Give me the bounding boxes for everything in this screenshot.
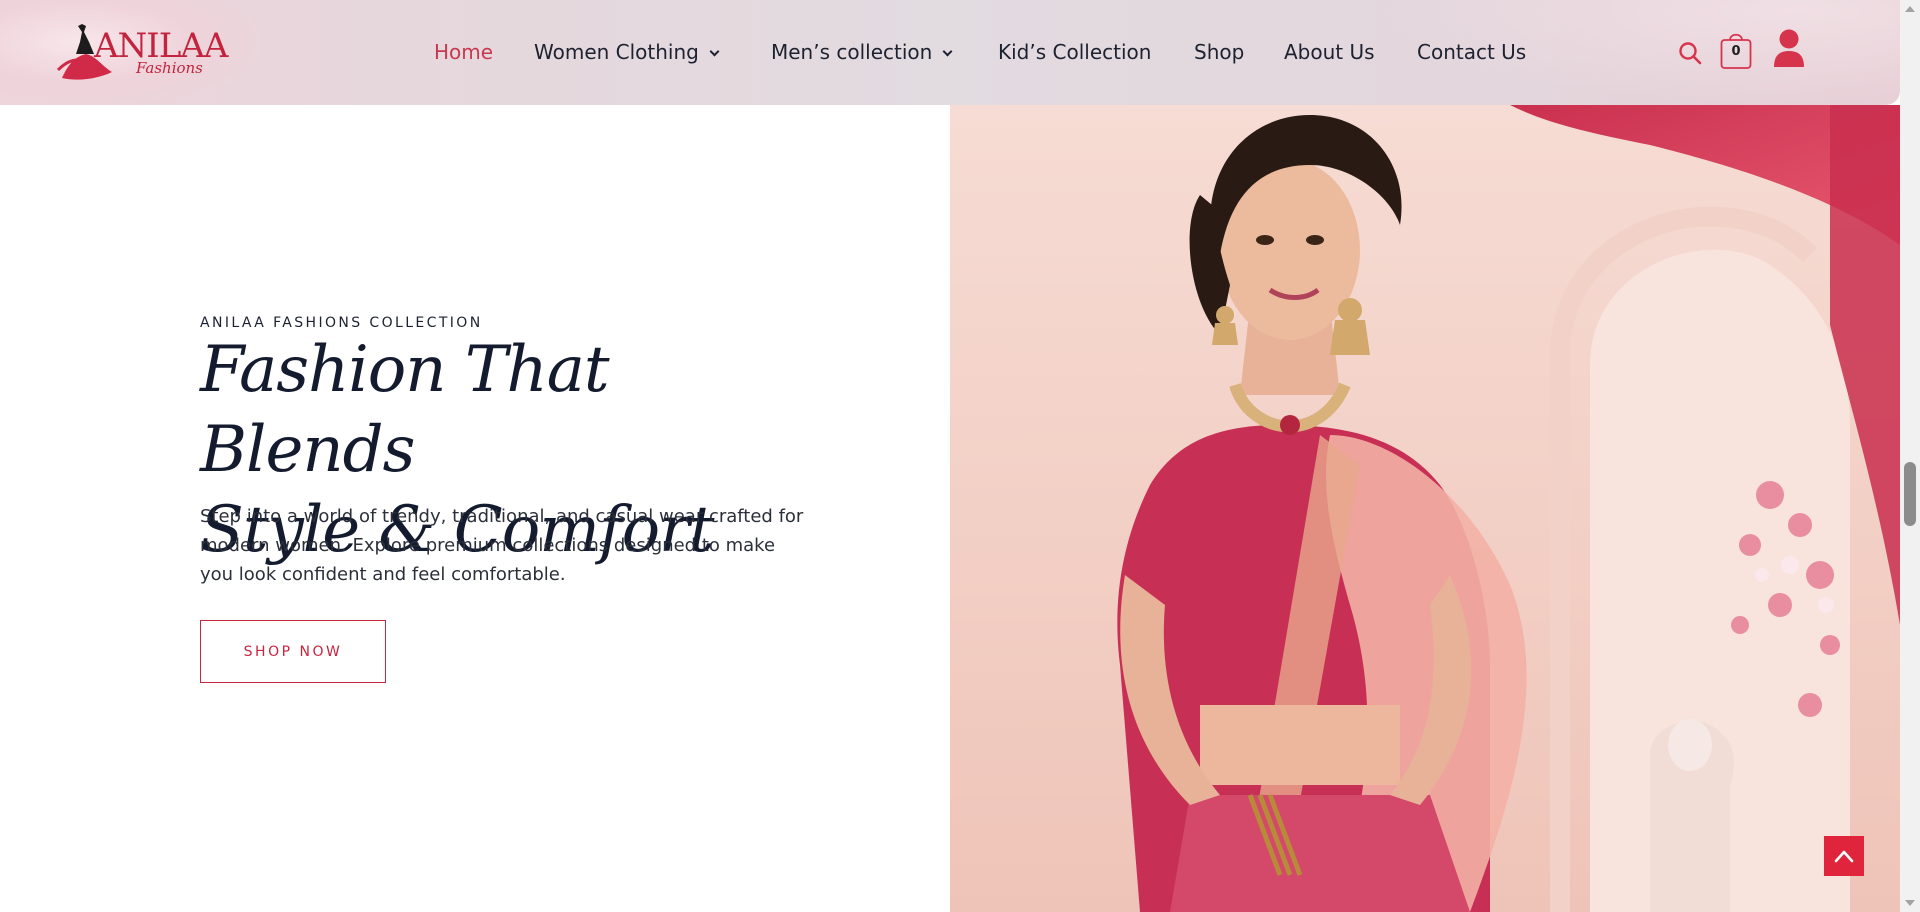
page-scrollbar[interactable] — [1900, 0, 1920, 912]
nav-about-us[interactable]: About Us — [1284, 40, 1375, 64]
shop-now-label: SHOP NOW — [243, 643, 343, 660]
logo-subtitle: Fashions — [136, 59, 203, 77]
nav-women-clothing[interactable]: Women Clothing — [534, 40, 720, 64]
chevron-down-icon — [709, 46, 720, 57]
nav-mens-collection-label: Men’s collection — [771, 40, 933, 64]
scroll-up-arrow-icon[interactable] — [1905, 6, 1915, 12]
search-icon[interactable] — [1678, 41, 1702, 69]
cart-count: 0 — [1731, 44, 1741, 59]
chevron-down-icon — [942, 46, 953, 57]
scrollbar-thumb[interactable] — [1904, 462, 1916, 526]
nav-shop-label: Shop — [1194, 40, 1245, 64]
nav-women-clothing-label: Women Clothing — [534, 40, 699, 64]
nav-contact-us[interactable]: Contact Us — [1417, 40, 1526, 64]
nav-contact-us-label: Contact Us — [1417, 40, 1527, 64]
hero-model-image — [950, 105, 1900, 912]
nav-home[interactable]: Home — [434, 40, 493, 64]
site-header: ANILAA Fashions Home Women Clothing Men’… — [0, 0, 1900, 105]
nav-kids-collection-label: Kid’s Collection — [998, 40, 1152, 64]
hero-headline-line-1: Fashion That Blends — [200, 333, 610, 487]
hero-description: Step into a world of trendy, traditional… — [200, 506, 804, 585]
cart-button[interactable]: 0 — [1720, 30, 1752, 70]
nav-shop[interactable]: Shop — [1194, 40, 1244, 64]
back-to-top-button[interactable] — [1824, 836, 1864, 876]
nav-kids-collection[interactable]: Kid’s Collection — [998, 40, 1151, 64]
chevron-up-icon — [1834, 850, 1854, 863]
shop-now-button[interactable]: SHOP NOW — [200, 620, 386, 683]
user-account-icon[interactable] — [1772, 28, 1806, 72]
scroll-down-arrow-icon[interactable] — [1905, 900, 1915, 906]
bridal-lehenga-model-illustration — [950, 105, 1900, 912]
nav-home-label: Home — [434, 40, 494, 64]
nav-mens-collection[interactable]: Men’s collection — [771, 40, 953, 64]
nav-about-us-label: About Us — [1284, 40, 1375, 64]
site-logo[interactable]: ANILAA Fashions — [56, 20, 236, 84]
hero-eyebrow: ANILAA FASHIONS COLLECTION — [200, 315, 483, 331]
